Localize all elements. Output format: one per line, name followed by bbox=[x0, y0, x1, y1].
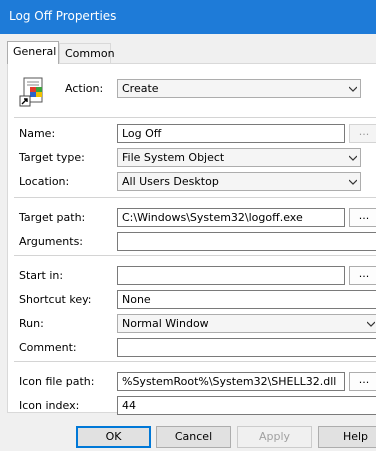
apply-button[interactable]: Apply bbox=[237, 426, 312, 448]
start-in-browse-button[interactable]: ... bbox=[349, 266, 376, 285]
separator bbox=[14, 117, 376, 118]
name-field[interactable]: Log Off bbox=[117, 124, 345, 143]
action-label: Action: bbox=[65, 82, 104, 95]
location-value: All Users Desktop bbox=[122, 175, 219, 188]
title-bar[interactable]: Log Off Properties bbox=[0, 0, 376, 34]
target-path-label: Target path: bbox=[19, 211, 86, 224]
name-browse-button[interactable]: ... bbox=[349, 124, 376, 143]
separator bbox=[14, 255, 376, 256]
arguments-label: Arguments: bbox=[19, 235, 84, 248]
icon-file-path-browse-button[interactable]: ... bbox=[349, 372, 376, 391]
shortcut-key-label: Shortcut key: bbox=[19, 293, 92, 306]
comment-label: Comment: bbox=[19, 341, 77, 354]
ok-button[interactable]: OK bbox=[76, 426, 151, 448]
target-type-select[interactable]: File System Object bbox=[117, 148, 361, 167]
icon-file-path-label: Icon file path: bbox=[19, 375, 95, 388]
run-value: Normal Window bbox=[122, 317, 209, 330]
window-title: Log Off Properties bbox=[9, 9, 117, 23]
start-in-label: Start in: bbox=[19, 269, 64, 282]
location-select[interactable]: All Users Desktop bbox=[117, 172, 361, 191]
shortcut-key-field[interactable]: None bbox=[117, 290, 376, 309]
shortcut-app-icon bbox=[18, 76, 50, 108]
run-label: Run: bbox=[19, 317, 44, 330]
target-path-field[interactable]: C:\Windows\System32\logoff.exe bbox=[117, 208, 345, 227]
location-label: Location: bbox=[19, 175, 70, 188]
chevron-down-icon bbox=[367, 321, 375, 327]
action-select[interactable]: Create bbox=[117, 79, 361, 98]
tab-general[interactable]: General bbox=[7, 41, 59, 64]
icon-file-path-field[interactable]: %SystemRoot%\System32\SHELL32.dll bbox=[117, 372, 345, 391]
general-panel: Action: Create Name: Log Off ... Target … bbox=[7, 63, 376, 415]
properties-dialog: General Common Action: Create Name: Log … bbox=[0, 34, 376, 451]
target-path-browse-button[interactable]: ... bbox=[349, 208, 376, 227]
run-select[interactable]: Normal Window bbox=[117, 314, 376, 333]
icon-index-label: Icon index: bbox=[19, 399, 80, 412]
comment-field[interactable] bbox=[117, 338, 376, 357]
icon-index-field[interactable]: 44 bbox=[117, 396, 376, 415]
tab-common[interactable]: Common bbox=[59, 43, 115, 64]
chevron-down-icon bbox=[349, 86, 357, 92]
cancel-button[interactable]: Cancel bbox=[156, 426, 231, 448]
target-type-value: File System Object bbox=[122, 151, 225, 164]
separator bbox=[14, 197, 376, 198]
target-type-label: Target type: bbox=[19, 151, 85, 164]
action-value: Create bbox=[122, 82, 159, 95]
arguments-field[interactable] bbox=[117, 232, 376, 251]
chevron-down-icon bbox=[349, 155, 357, 161]
help-button[interactable]: Help bbox=[318, 426, 376, 448]
start-in-field[interactable] bbox=[117, 266, 345, 285]
name-label: Name: bbox=[19, 127, 56, 140]
separator bbox=[14, 361, 376, 362]
chevron-down-icon bbox=[349, 179, 357, 185]
